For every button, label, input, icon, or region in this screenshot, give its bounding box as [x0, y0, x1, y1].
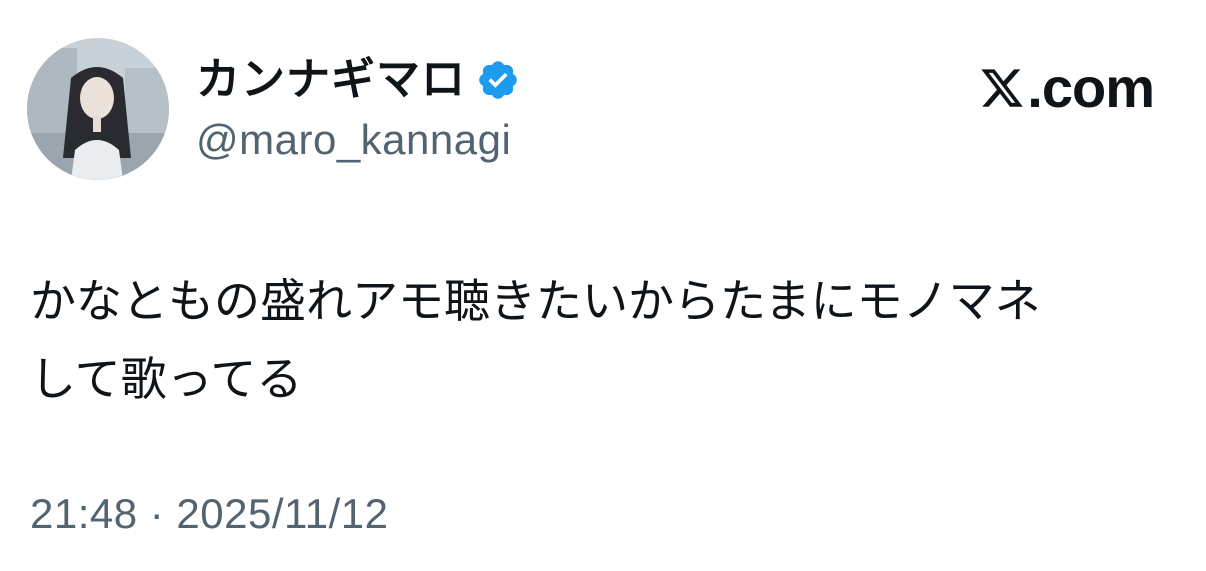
tweet-card: カンナギマロ @maro_kannagi .com かなともの盛れアモ聴きたいか… — [0, 0, 1206, 571]
display-name[interactable]: カンナギマロ — [196, 52, 466, 108]
x-logo-icon — [979, 65, 1025, 111]
tweet-timestamp[interactable]: 21:48 · 2025/11/12 — [30, 486, 389, 542]
brand-text: .com — [1027, 56, 1155, 119]
verified-badge-icon — [476, 58, 520, 102]
user-handle[interactable]: @maro_kannagi — [196, 112, 511, 168]
display-name-row: カンナギマロ — [196, 52, 520, 108]
avatar[interactable] — [27, 38, 169, 180]
avatar-photo — [27, 38, 169, 180]
tweet-text: かなともの盛れアモ聴きたいからたまにモノマネ して歌ってる — [30, 274, 1041, 406]
brand-logo: .com — [979, 56, 1155, 120]
